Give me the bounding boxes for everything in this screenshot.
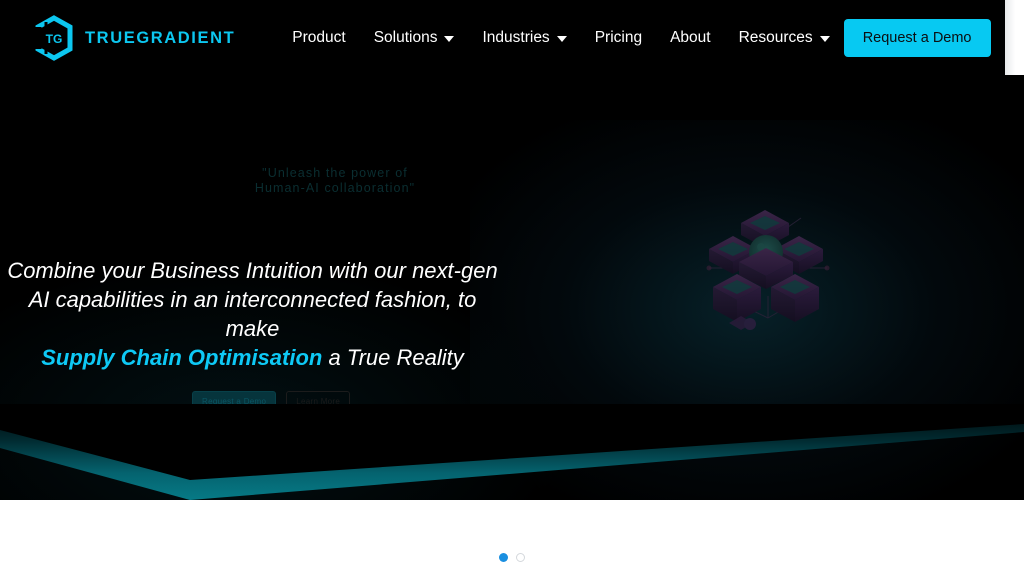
chevron-down-icon: [444, 36, 455, 42]
header-actions: Request a Demo Sign In: [843, 19, 1024, 57]
chevron-down-icon: [819, 36, 830, 42]
nav-item-industries[interactable]: Industries: [468, 23, 580, 53]
nav-label: Product: [292, 29, 346, 46]
hexagon-logo-icon: TG: [32, 15, 76, 61]
hero-headline: Combine your Business Intuition with our…: [0, 256, 505, 372]
request-demo-button[interactable]: Request a Demo: [843, 19, 991, 57]
nav-item-pricing[interactable]: Pricing: [581, 23, 656, 53]
hero-headline-line2: AI capabilities in an interconnected fas…: [28, 287, 477, 341]
hero-quote: "Unleash the power of Human-AI collabora…: [185, 166, 485, 196]
carousel-dot-1[interactable]: [499, 553, 508, 562]
page-right-edge-strip: [1005, 0, 1024, 75]
carousel-pagination: [0, 553, 1024, 562]
svg-text:TG: TG: [46, 32, 63, 46]
hero-headline-accent: Supply Chain Optimisation: [41, 345, 323, 370]
nav-label: About: [670, 29, 711, 46]
nav-item-resources[interactable]: Resources: [725, 23, 844, 53]
nav-label: Solutions: [373, 29, 438, 46]
nav-item-about[interactable]: About: [656, 23, 725, 53]
brand-logo[interactable]: TG TRUEGRADIENT: [32, 15, 235, 61]
hero-cta-group: Request a Demo Learn More: [192, 391, 351, 412]
isometric-network-nodes-icon: [693, 196, 843, 346]
brand-name: TRUEGRADIENT: [85, 28, 236, 47]
hero-headline-line3: Supply Chain Optimisation a True Reality: [0, 343, 505, 372]
site-header: TG TRUEGRADIENT Product Solutions Indust…: [0, 0, 1024, 76]
hero-headline-line1: Combine your Business Intuition with our…: [7, 258, 498, 283]
hero-learn-more-button[interactable]: Learn More: [286, 391, 351, 412]
nav-item-product[interactable]: Product: [278, 23, 359, 53]
hero-headline-tail: a True Reality: [322, 345, 464, 370]
hero-request-demo-button[interactable]: Request a Demo: [192, 391, 277, 412]
nav-label: Pricing: [594, 29, 643, 46]
chevron-down-icon: [556, 36, 567, 42]
carousel-dot-2[interactable]: [516, 553, 525, 562]
nav-label: Industries: [482, 29, 550, 46]
hero-quote-line1: "Unleash the power of: [262, 166, 408, 180]
main-navigation: Product Solutions Industries Pricing Abo…: [278, 23, 843, 53]
nav-label: Resources: [738, 29, 813, 46]
landing-page: "Unleash the power of Human-AI collabora…: [0, 0, 1024, 576]
nav-item-solutions[interactable]: Solutions: [360, 23, 469, 53]
hero-quote-line2: Human-AI collaboration": [254, 181, 416, 195]
